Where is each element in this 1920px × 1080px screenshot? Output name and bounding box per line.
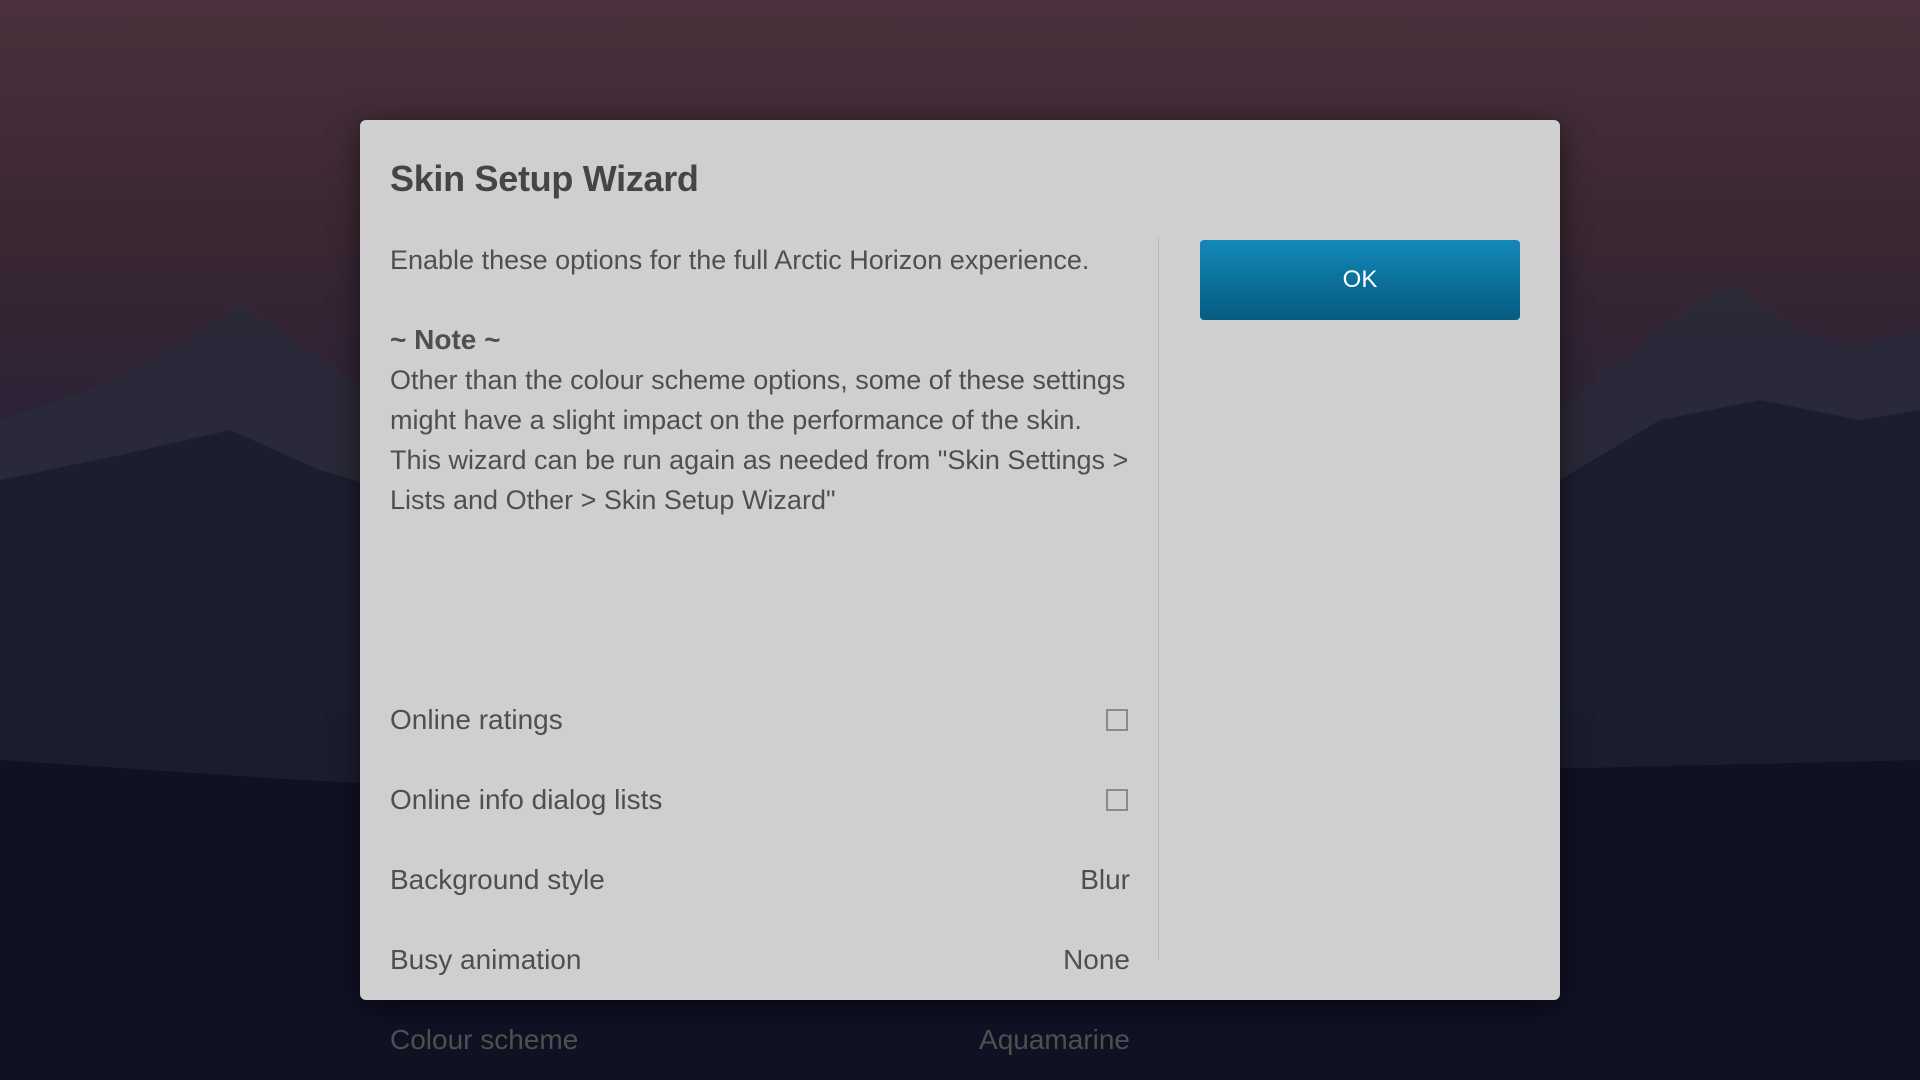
setting-value: Blur <box>1080 864 1130 895</box>
note-body: Other than the colour scheme options, so… <box>390 365 1129 515</box>
setting-online-ratings[interactable]: Online ratings <box>390 680 1130 760</box>
setting-background-style[interactable]: Background style Blur <box>390 840 1130 920</box>
setting-label: Online info dialog lists <box>390 784 663 815</box>
dialog-title: Skin Setup Wizard <box>390 158 699 199</box>
setting-label: Background style <box>390 864 605 895</box>
online-ratings-checkbox[interactable] <box>1106 709 1128 731</box>
intro-text: Enable these options for the full Arctic… <box>390 245 1090 275</box>
settings-list: Online ratings Online info dialog lists … <box>390 680 1130 1080</box>
setting-value: Aquamarine <box>979 1024 1130 1055</box>
note-heading: ~ Note ~ <box>390 324 501 355</box>
setting-label: Colour scheme <box>390 1024 579 1055</box>
vertical-divider <box>1158 238 1159 960</box>
setting-value: None <box>1063 944 1130 975</box>
setting-label: Online ratings <box>390 704 563 735</box>
ok-button[interactable]: OK <box>1200 240 1520 320</box>
setting-label: Busy animation <box>390 944 582 975</box>
setting-online-info-dialog-lists[interactable]: Online info dialog lists <box>390 760 1130 840</box>
setup-wizard-dialog: Skin Setup Wizard Enable these options f… <box>360 120 1560 1055</box>
setting-busy-animation[interactable]: Busy animation None <box>390 920 1130 1000</box>
dialog-content: Enable these options for the full Arctic… <box>390 240 1130 1055</box>
online-info-dialog-lists-checkbox[interactable] <box>1106 789 1128 811</box>
setting-colour-scheme[interactable]: Colour scheme Aquamarine <box>390 1000 1130 1080</box>
